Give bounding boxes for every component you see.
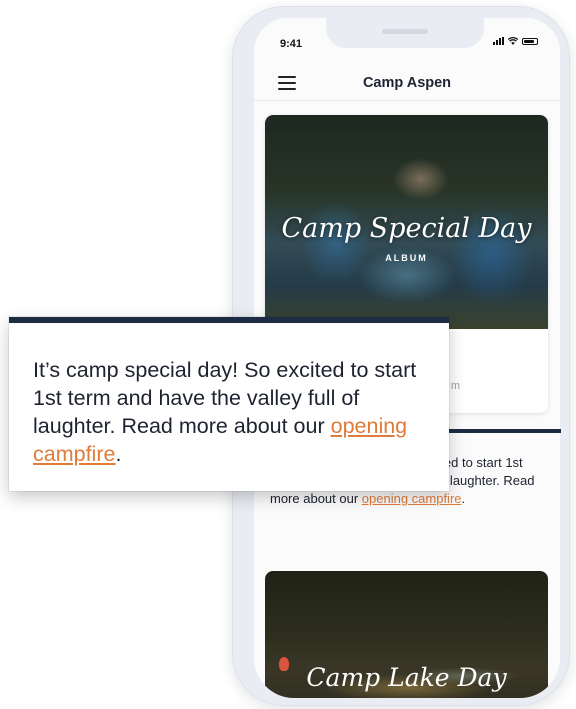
speaker-grille <box>382 29 428 34</box>
zoom-callout-end: . <box>115 442 122 466</box>
zoom-callout-text: It’s camp special day! So excited to sta… <box>33 356 433 468</box>
status-time: 9:41 <box>280 38 303 50</box>
album-title: Camp Special Day <box>281 213 532 244</box>
zoom-callout: It’s camp special day! So excited to sta… <box>9 317 449 491</box>
app-title: Camp Aspen <box>362 75 452 91</box>
signal-icon <box>493 37 504 45</box>
opening-campfire-link[interactable]: opening campfire <box>362 491 462 506</box>
battery-icon <box>522 38 538 45</box>
post-text-end: . <box>461 491 466 506</box>
popup-connector-line <box>449 429 561 433</box>
album-meta: m <box>450 380 460 392</box>
album-photo: Camp Special Day ALBUM <box>265 115 548 329</box>
app-bar: Camp Aspen <box>254 64 560 101</box>
lake-card-title: Camp Lake Day <box>306 663 507 692</box>
status-icons <box>493 37 538 45</box>
album-label: ALBUM <box>385 253 428 263</box>
phone-notch <box>326 18 484 48</box>
lake-card[interactable]: Camp Lake Day <box>265 571 548 698</box>
wifi-icon <box>508 37 518 45</box>
